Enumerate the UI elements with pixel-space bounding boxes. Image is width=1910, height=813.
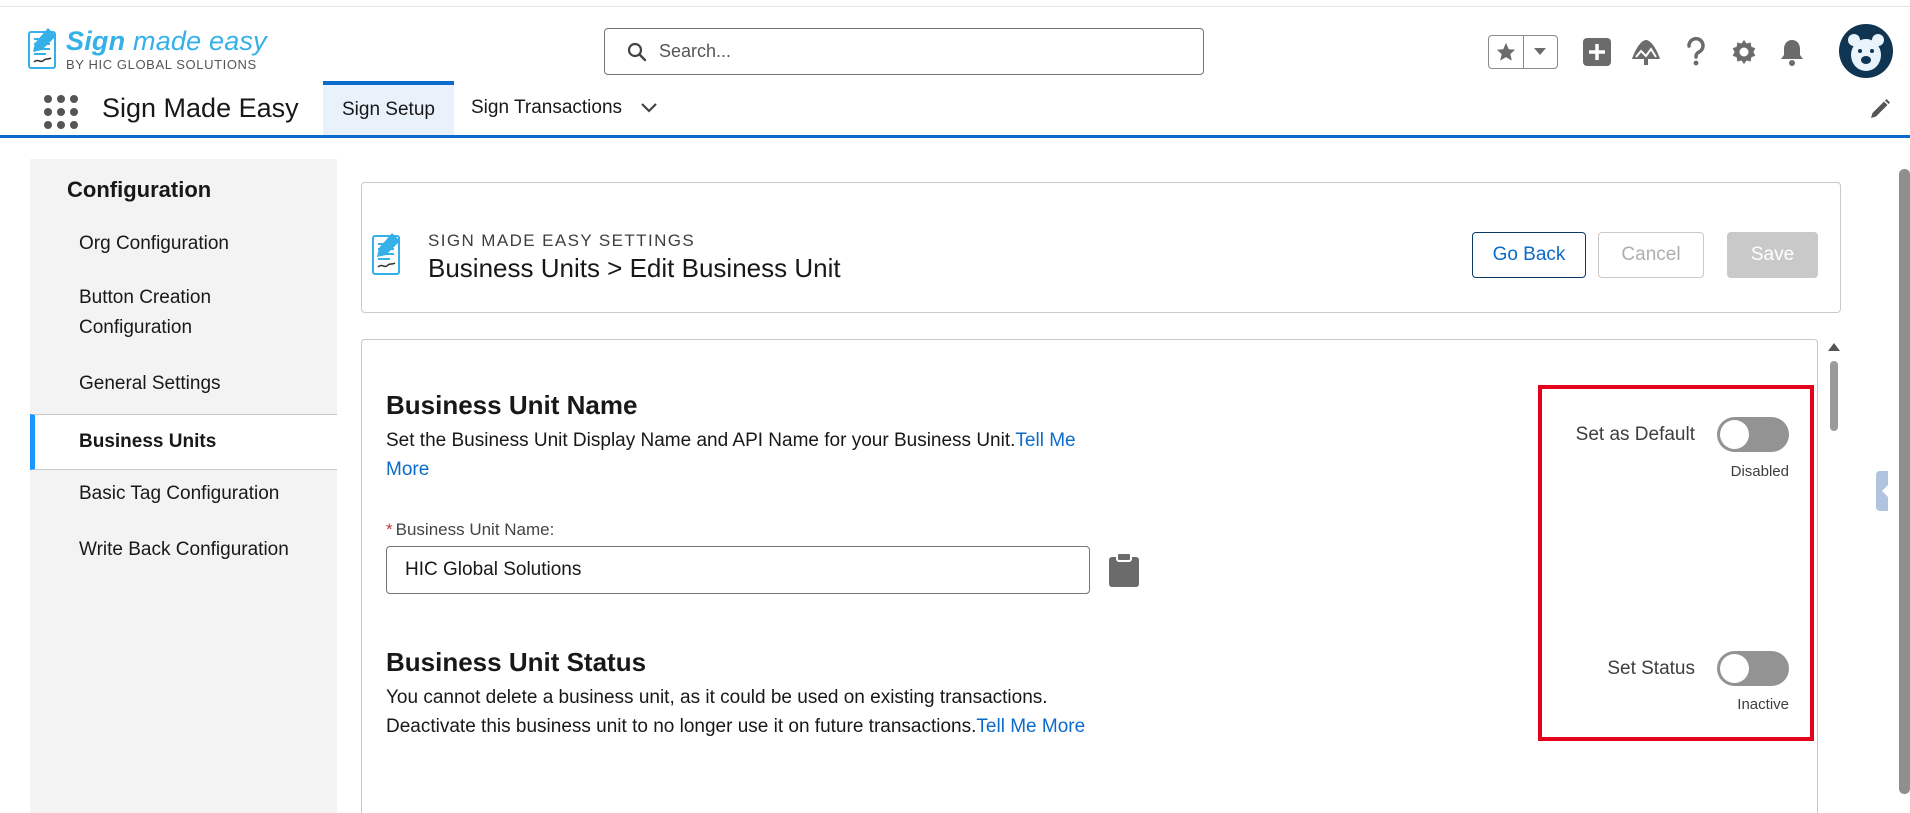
- scroll-up-arrow-icon[interactable]: [1827, 341, 1841, 353]
- set-as-default-label: Set as Default: [1575, 423, 1695, 445]
- breadcrumb: Business Units > Edit Business Unit: [428, 253, 841, 283]
- favorites-button-group: [1488, 35, 1558, 69]
- page-header-card: SIGN MADE EASY SETTINGS Business Units >…: [361, 182, 1841, 313]
- set-status-label: Set Status: [1607, 657, 1695, 679]
- sidebar-item-general-settings[interactable]: General Settings: [30, 369, 337, 399]
- sidebar-title: Configuration: [67, 177, 212, 202]
- search-input[interactable]: [659, 41, 1179, 62]
- set-as-default-row: Set as Default: [1576, 417, 1789, 452]
- business-unit-name-label: * Business Unit Name:: [386, 520, 555, 539]
- page-content: Configuration Org Configuration Button C…: [0, 141, 1894, 813]
- business-unit-status-description: You cannot delete a business unit, as it…: [386, 687, 1086, 737]
- save-button[interactable]: Save: [1727, 232, 1818, 278]
- star-icon: [1496, 42, 1516, 61]
- set-status-state: Inactive: [1737, 696, 1789, 713]
- plus-box-icon: [1583, 38, 1611, 66]
- sidebar-item-button-creation-configuration[interactable]: Button Creation Configuration: [30, 283, 320, 343]
- sidebar-item-write-back-configuration[interactable]: Write Back Configuration: [30, 535, 337, 565]
- help-button[interactable]: [1678, 34, 1714, 70]
- page-eyebrow: SIGN MADE EASY SETTINGS: [428, 231, 696, 250]
- chevron-down-icon[interactable]: [640, 102, 658, 114]
- trailhead-icon: [1632, 40, 1660, 65]
- page-scrollbar[interactable]: [1888, 141, 1910, 813]
- sidebar-item-business-units[interactable]: Business Units: [30, 414, 337, 470]
- tab-label: Sign Setup: [342, 99, 435, 120]
- set-status-row: Set Status: [1607, 651, 1789, 686]
- business-unit-form: Business Unit Name Set the Business Unit…: [361, 339, 1818, 813]
- search-icon: [627, 42, 647, 61]
- global-create-button[interactable]: [1579, 34, 1615, 70]
- edit-nav-pencil-icon[interactable]: [1868, 97, 1892, 121]
- bear-avatar-icon: [1848, 34, 1884, 71]
- sidebar-item-label: General Settings: [79, 373, 221, 394]
- app-logo[interactable]: Sign made easy BY HIC GLOBAL SOLUTIONS: [26, 23, 267, 75]
- clipboard-icon[interactable]: [1107, 552, 1141, 588]
- sidebar-item-label: Write Back Configuration: [79, 539, 289, 560]
- sidebar-item-basic-tag-configuration[interactable]: Basic Tag Configuration: [30, 479, 337, 509]
- app-launcher-icon[interactable]: [44, 95, 78, 129]
- logo-tagline: BY HIC GLOBAL SOLUTIONS: [66, 56, 257, 72]
- business-unit-name-heading: Business Unit Name: [386, 390, 638, 420]
- sidebar-item-org-configuration[interactable]: Org Configuration: [30, 229, 337, 259]
- favorites-dropdown-button[interactable]: [1522, 36, 1557, 68]
- business-unit-name-description: Set the Business Unit Display Name and A…: [386, 430, 1076, 480]
- sidebar-item-label: Business Units: [79, 431, 217, 452]
- user-avatar[interactable]: [1839, 24, 1893, 78]
- tell-me-more-link[interactable]: Tell Me More: [976, 716, 1085, 737]
- sidebar-item-label: Org Configuration: [79, 233, 229, 254]
- notifications-button[interactable]: [1774, 34, 1810, 70]
- configuration-sidebar: Configuration Org Configuration Button C…: [30, 159, 337, 579]
- global-header: Sign made easy BY HIC GLOBAL SOLUTIONS: [0, 7, 1910, 81]
- logo-wordmark-italic: made easy: [125, 25, 267, 56]
- tab-label: Sign Transactions: [471, 97, 623, 118]
- trailhead-button[interactable]: [1628, 34, 1664, 70]
- business-unit-name-input[interactable]: [386, 546, 1090, 594]
- app-navigation-bar: Sign Made Easy Sign Setup Sign Transacti…: [0, 81, 1910, 138]
- business-unit-status-heading: Business Unit Status: [386, 647, 647, 677]
- caret-down-icon: [1534, 48, 1547, 55]
- go-back-button[interactable]: Go Back: [1472, 232, 1586, 278]
- document-icon: [372, 233, 400, 275]
- app-name: Sign Made Easy: [102, 93, 299, 123]
- question-mark-icon: [1687, 37, 1705, 66]
- document-logo-icon: [28, 28, 56, 69]
- sidebar-item-label: Basic Tag Configuration: [79, 483, 280, 504]
- tab-sign-transactions[interactable]: Sign Transactions: [452, 81, 677, 135]
- favorites-star-button[interactable]: [1489, 36, 1523, 68]
- sidebar-item-label: Button Creation Configuration: [79, 287, 212, 338]
- page-area: Configuration Org Configuration Button C…: [0, 141, 1910, 813]
- gear-icon: [1732, 40, 1756, 64]
- browser-top-edge: [0, 0, 1910, 7]
- global-search[interactable]: [604, 28, 1204, 75]
- cancel-button[interactable]: Cancel: [1598, 232, 1704, 278]
- setup-gear-button[interactable]: [1726, 34, 1762, 70]
- set-as-default-state: Disabled: [1730, 463, 1789, 480]
- set-as-default-toggle[interactable]: [1717, 417, 1789, 452]
- toggle-highlight-box: Set as Default Disabled Set Status Inact…: [1538, 385, 1814, 741]
- bell-icon: [1781, 40, 1803, 66]
- tab-sign-setup[interactable]: Sign Setup: [323, 81, 454, 135]
- logo-wordmark: Sign: [66, 25, 126, 56]
- form-scrollbar-thumb[interactable]: [1830, 361, 1838, 431]
- set-status-toggle[interactable]: [1717, 651, 1789, 686]
- main-content: SIGN MADE EASY SETTINGS Business Units >…: [337, 159, 1868, 813]
- form-scrollbar[interactable]: [1827, 339, 1841, 813]
- page-scrollbar-thumb[interactable]: [1899, 169, 1910, 794]
